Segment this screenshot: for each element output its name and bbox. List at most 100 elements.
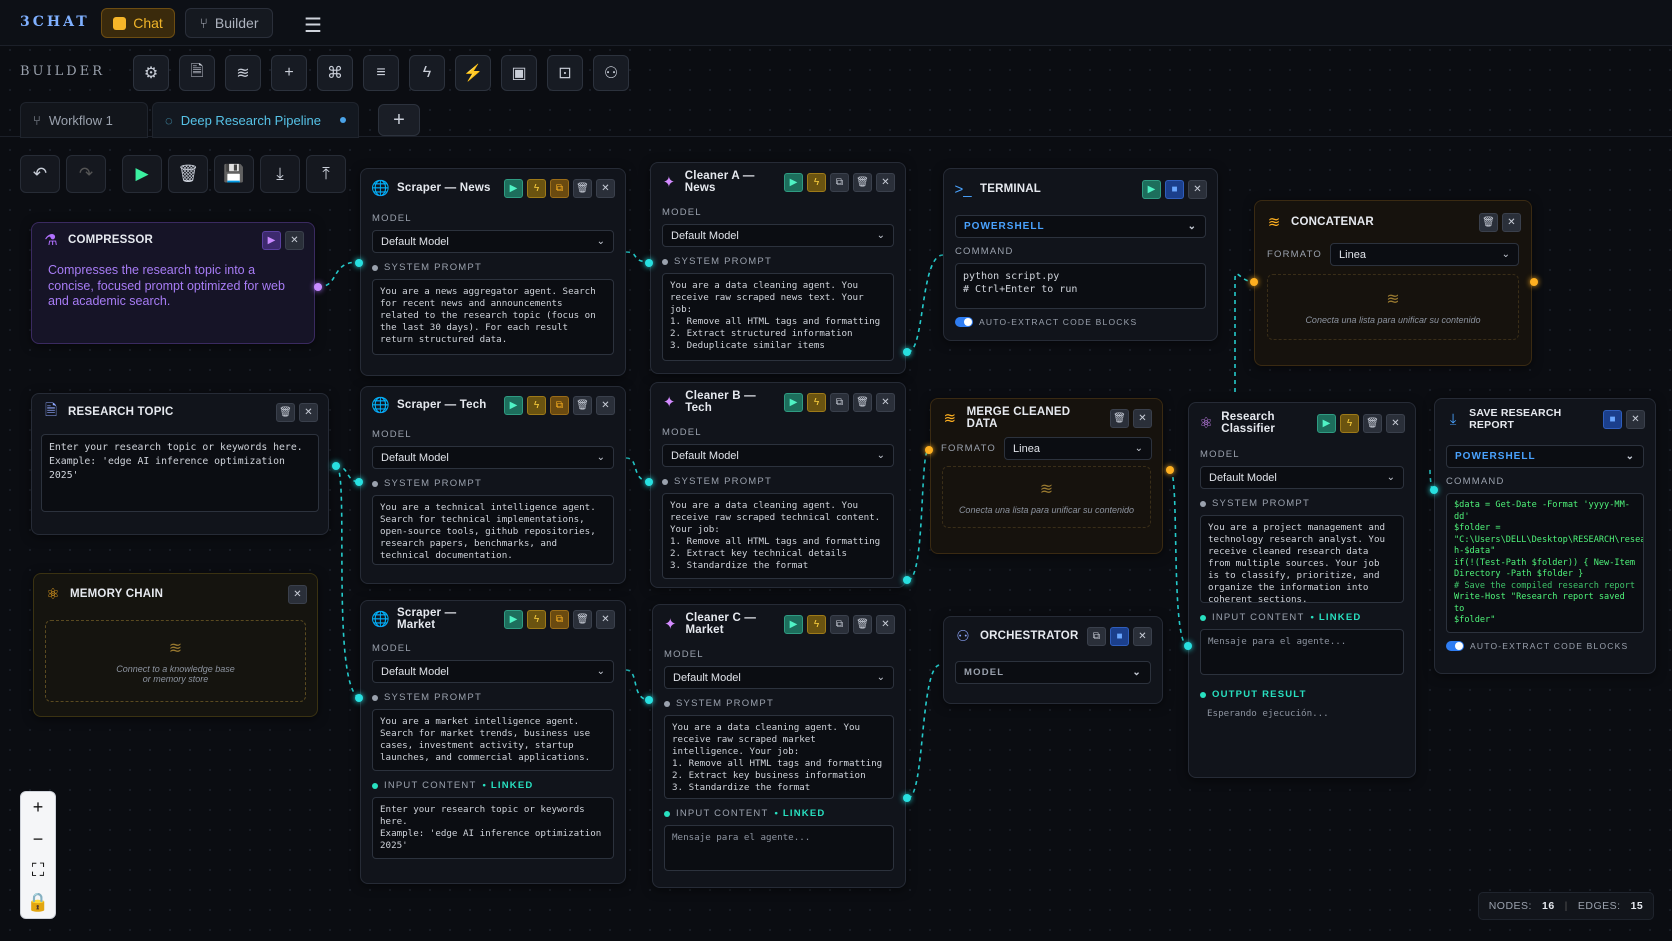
- input-textarea[interactable]: Enter your research topic or keywords he…: [372, 797, 614, 859]
- node-orchestrator[interactable]: ⚇ ORCHESTRATOR ⧉ ■ ✕ MODEL ⌄: [943, 616, 1163, 704]
- bolt-icon[interactable]: ϟ: [527, 609, 546, 629]
- node-cleaner-a[interactable]: ✦ Cleaner A — News ▶ ϟ ⧉ 🗑 ✕ MODEL Default Mo…: [650, 162, 906, 374]
- close-icon[interactable]: ✕: [1626, 409, 1645, 429]
- stop-icon[interactable]: ■: [1603, 409, 1622, 429]
- input-port[interactable]: [355, 478, 363, 486]
- bolt-icon[interactable]: ϟ: [527, 178, 546, 198]
- close-icon[interactable]: ✕: [1386, 413, 1405, 433]
- close-icon[interactable]: ✕: [1188, 179, 1207, 199]
- trash-icon[interactable]: 🗑: [1110, 408, 1129, 428]
- run-node-button[interactable]: ▶: [504, 395, 523, 415]
- stop-icon[interactable]: ■: [1110, 626, 1129, 646]
- copy-icon[interactable]: ⧉: [550, 609, 569, 629]
- bolt-icon[interactable]: ϟ: [807, 172, 826, 192]
- close-icon[interactable]: ✕: [876, 172, 895, 192]
- node-terminal[interactable]: >_ TERMINAL ▶ ■ ✕ POWERSHELL ⌄ COMMAND pytho…: [943, 168, 1218, 341]
- node-scraper-market[interactable]: 🌐 Scraper — Market ▶ ϟ ⧉ 🗑 ✕ MODEL Default Mo…: [360, 600, 626, 884]
- node-compressor[interactable]: ⚗ COMPRESSOR ▶ ✕ Compresses the research t…: [31, 222, 315, 344]
- prompt-textarea[interactable]: You are a technical intelligence agent. …: [372, 495, 614, 565]
- prompt-textarea[interactable]: You are a project management and technol…: [1200, 515, 1404, 603]
- output-port[interactable]: [903, 794, 911, 802]
- prompt-textarea[interactable]: You are a news aggregator agent. Search …: [372, 279, 614, 355]
- close-icon[interactable]: ✕: [1133, 408, 1152, 428]
- close-icon[interactable]: ✕: [596, 178, 615, 198]
- prompt-textarea[interactable]: You are a data cleaning agent. You recei…: [662, 493, 894, 579]
- copy-icon[interactable]: ⧉: [550, 178, 569, 198]
- input-port[interactable]: [1184, 642, 1192, 650]
- node-save-research-report[interactable]: ⤓ SAVE RESEARCH REPORT ■ ✕ POWERSHELL ⌄ COM…: [1434, 398, 1656, 674]
- run-node-button[interactable]: ▶: [1142, 179, 1161, 199]
- output-port[interactable]: [1530, 278, 1538, 286]
- bolt-icon[interactable]: ϟ: [527, 395, 546, 415]
- run-node-button[interactable]: ▶: [262, 230, 281, 250]
- memory-dropzone[interactable]: ≋ Connect to a knowledge base or memory s…: [45, 620, 306, 702]
- concat-dropzone[interactable]: ≋ Conecta una lista para unificar su cont…: [1267, 274, 1519, 340]
- model-select[interactable]: Default Model ⌄: [664, 666, 894, 689]
- copy-icon[interactable]: ⧉: [1087, 626, 1106, 646]
- trash-icon[interactable]: 🗑: [573, 609, 592, 629]
- fit-view-icon[interactable]: ⛶: [32, 860, 45, 881]
- copy-icon[interactable]: ⧉: [550, 395, 569, 415]
- trash-icon[interactable]: 🗑: [276, 402, 295, 422]
- model-select[interactable]: MODEL ⌄: [955, 661, 1151, 684]
- node-scraper-news[interactable]: 🌐 Scraper — News ▶ ϟ ⧉ 🗑 ✕ MODEL Default Mode…: [360, 168, 626, 376]
- model-select[interactable]: Default Model ⌄: [372, 660, 614, 683]
- bolt-icon[interactable]: ϟ: [807, 392, 826, 412]
- input-port[interactable]: [645, 259, 653, 267]
- node-cleaner-b[interactable]: ✦ Cleaner B — Tech ▶ ϟ ⧉ 🗑 ✕ MODEL Default Mo…: [650, 382, 906, 588]
- zoom-in-icon[interactable]: +: [33, 797, 44, 818]
- input-port[interactable]: [1250, 278, 1258, 286]
- shell-select[interactable]: POWERSHELL ⌄: [955, 215, 1206, 238]
- input-port[interactable]: [925, 446, 933, 454]
- input-port[interactable]: [355, 694, 363, 702]
- close-icon[interactable]: ✕: [596, 395, 615, 415]
- trash-icon[interactable]: 🗑: [853, 614, 872, 634]
- trash-icon[interactable]: 🗑: [573, 178, 592, 198]
- stop-icon[interactable]: ■: [1165, 179, 1184, 199]
- node-scraper-tech[interactable]: 🌐 Scraper — Tech ▶ ϟ ⧉ 🗑 ✕ MODEL Default Mode…: [360, 386, 626, 584]
- prompt-textarea[interactable]: You are a data cleaning agent. You recei…: [664, 715, 894, 799]
- close-icon[interactable]: ✕: [876, 614, 895, 634]
- model-select[interactable]: Default Model ⌄: [372, 446, 614, 469]
- input-port[interactable]: [1430, 486, 1438, 494]
- run-node-button[interactable]: ▶: [784, 172, 803, 192]
- trash-icon[interactable]: 🗑: [1479, 212, 1498, 232]
- copy-icon[interactable]: ⧉: [830, 172, 849, 192]
- node-memory-chain[interactable]: ⚛ MEMORY CHAIN ✕ ≋ Connect to a knowledge …: [33, 573, 318, 717]
- zoom-out-icon[interactable]: −: [33, 829, 44, 850]
- model-select[interactable]: Default Model ⌄: [662, 224, 894, 247]
- copy-icon[interactable]: ⧉: [830, 614, 849, 634]
- node-cleaner-c[interactable]: ✦ Cleaner C — Market ▶ ϟ ⧉ 🗑 ✕ MODEL Default …: [652, 604, 906, 888]
- output-port[interactable]: [314, 283, 322, 291]
- output-port[interactable]: [903, 348, 911, 356]
- output-port[interactable]: [1166, 466, 1174, 474]
- run-node-button[interactable]: ▶: [784, 614, 803, 634]
- run-node-button[interactable]: ▶: [504, 609, 523, 629]
- auto-extract-toggle[interactable]: [955, 317, 973, 327]
- model-select[interactable]: Default Model ⌄: [662, 444, 894, 467]
- shell-select[interactable]: POWERSHELL ⌄: [1446, 445, 1644, 468]
- merge-dropzone[interactable]: ≋ Conecta una lista para unificar su cont…: [942, 466, 1151, 528]
- node-research-classifier[interactable]: ⚛ Research Classifier ▶ ϟ 🗑 ✕ MODEL Default …: [1188, 402, 1416, 778]
- format-select[interactable]: Linea ⌄: [1004, 437, 1152, 460]
- output-port[interactable]: [903, 576, 911, 584]
- input-textarea[interactable]: Mensaje para el agente...: [664, 825, 894, 871]
- input-port[interactable]: [355, 259, 363, 267]
- trash-icon[interactable]: 🗑: [853, 172, 872, 192]
- node-concatenar[interactable]: ≋ CONCATENAR 🗑 ✕ FORMATO Linea ⌄ ≋ Conecta u…: [1254, 200, 1532, 366]
- node-merge-cleaned-data[interactable]: ≋ MERGE CLEANED DATA 🗑 ✕ FORMATO Linea ⌄ ≋ C…: [930, 398, 1163, 554]
- run-node-button[interactable]: ▶: [784, 392, 803, 412]
- trash-icon[interactable]: 🗑: [1363, 413, 1382, 433]
- close-icon[interactable]: ✕: [299, 402, 318, 422]
- close-icon[interactable]: ✕: [876, 392, 895, 412]
- model-select[interactable]: Default Model ⌄: [372, 230, 614, 253]
- node-research-topic[interactable]: 🗎 RESEARCH TOPIC 🗑 ✕ Enter your research t…: [31, 393, 329, 535]
- run-node-button[interactable]: ▶: [1317, 413, 1336, 433]
- close-icon[interactable]: ✕: [1502, 212, 1521, 232]
- trash-icon[interactable]: 🗑: [573, 395, 592, 415]
- prompt-textarea[interactable]: You are a data cleaning agent. You recei…: [662, 273, 894, 361]
- command-textarea[interactable]: $data = Get-Date -Format 'yyyy-MM-dd' $f…: [1446, 493, 1644, 633]
- command-textarea[interactable]: python script.py # Ctrl+Enter to run: [955, 263, 1206, 309]
- topic-textarea[interactable]: Enter your research topic or keywords he…: [41, 434, 319, 512]
- close-icon[interactable]: ✕: [288, 584, 307, 604]
